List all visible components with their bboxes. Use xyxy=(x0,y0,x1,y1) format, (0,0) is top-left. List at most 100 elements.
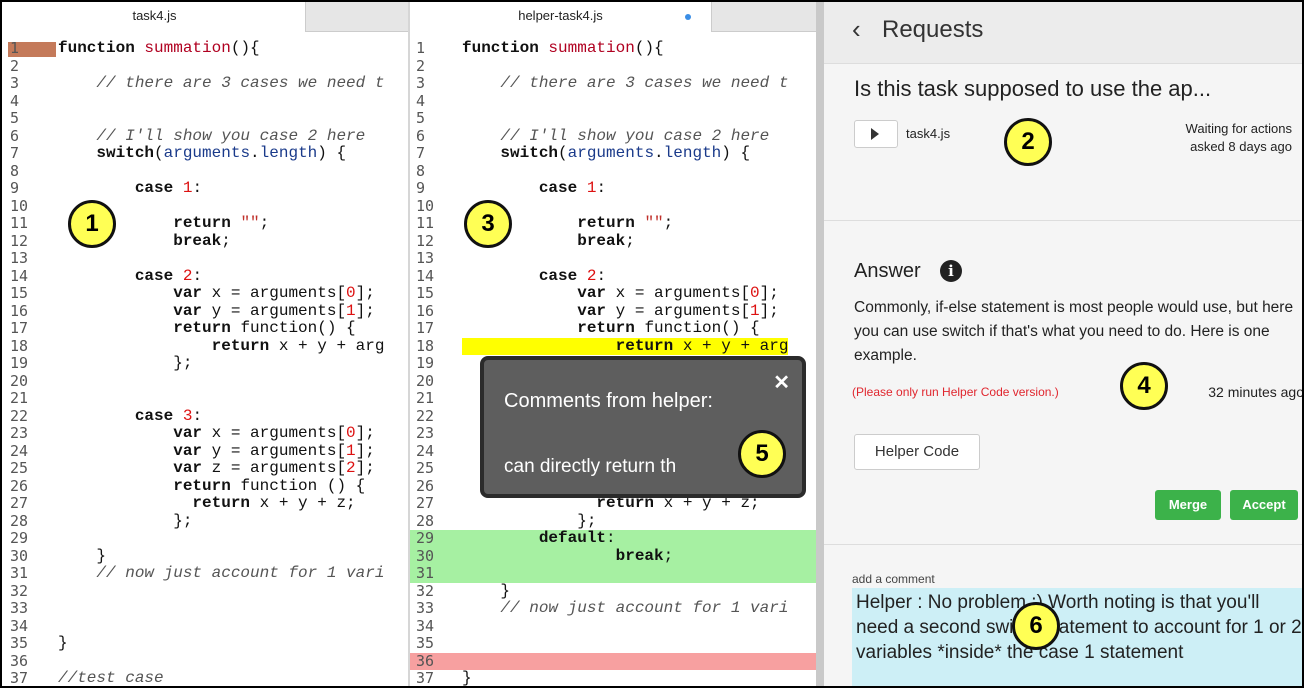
code-token: default xyxy=(538,529,607,547)
code-line[interactable]: 2 xyxy=(4,57,409,76)
code-token: length xyxy=(259,144,318,162)
code-line[interactable]: 2 xyxy=(410,57,820,76)
code-line[interactable]: 15 var x = arguments[0]; xyxy=(410,284,820,303)
tab-task4-js[interactable]: task4.js xyxy=(4,2,306,32)
code-line[interactable]: 35} xyxy=(4,634,409,653)
code-token: 1 xyxy=(346,441,356,460)
comment-field[interactable]: Helper : No problem :) Worth noting is t… xyxy=(852,588,1302,686)
code-line[interactable]: 15 var x = arguments[0]; xyxy=(4,284,409,303)
close-icon[interactable]: ✕ xyxy=(773,370,790,395)
code-line[interactable]: 4 xyxy=(4,92,409,111)
code-line[interactable]: 30 } xyxy=(4,547,409,566)
code-line[interactable]: 24 var y = arguments[1]; xyxy=(4,441,409,461)
code-line[interactable]: 8 xyxy=(410,162,820,181)
code-line[interactable]: 36 xyxy=(4,652,409,671)
requests-panel: ‹ Requests Is this task supposed to use … xyxy=(824,2,1304,686)
code-token: y = arguments[ xyxy=(615,301,751,320)
code-text: var y = arguments[1]; xyxy=(58,301,375,321)
code-text: }; xyxy=(58,354,192,373)
code-line[interactable]: 37 //test case xyxy=(4,669,409,686)
code-line[interactable]: 17 return function() { xyxy=(4,319,409,338)
helper-code-button[interactable]: Helper Code xyxy=(854,434,980,470)
info-icon[interactable]: i xyxy=(940,260,962,282)
code-line[interactable]: 21 xyxy=(4,389,409,408)
tab-helper-task4-js[interactable]: helper-task4.js xyxy=(410,2,712,32)
code-line[interactable]: 10 xyxy=(4,197,409,216)
code-line[interactable]: 18 return x + y + arg xyxy=(4,337,409,356)
original-code-area[interactable]: 1 function summation(){2 3 // there are 3 … xyxy=(4,39,409,686)
code-line[interactable]: 34 xyxy=(4,617,409,636)
code-line[interactable]: 26 return function () { xyxy=(4,476,409,496)
code-token: return xyxy=(173,476,241,495)
code-line[interactable]: 23 var x = arguments[0]; xyxy=(4,424,409,443)
code-line[interactable]: 28 }; xyxy=(410,512,820,531)
code-line[interactable]: 5 xyxy=(410,109,820,128)
code-token: ]; xyxy=(355,301,375,320)
code-line[interactable]: 19 }; xyxy=(4,354,409,373)
code-line[interactable]: 9 case 1: xyxy=(4,179,409,198)
code-text: case 2: xyxy=(58,267,202,286)
code-line[interactable]: 28 }; xyxy=(4,512,409,531)
code-line[interactable]: 33 xyxy=(4,599,409,618)
code-line[interactable]: 13 xyxy=(4,249,409,268)
merge-button[interactable]: Merge xyxy=(1155,490,1221,520)
code-line[interactable]: 4 xyxy=(410,92,820,111)
code-line[interactable]: 27 return x + y + z; xyxy=(4,494,409,513)
code-line[interactable]: 1 function summation(){ xyxy=(4,39,409,58)
line-number: 33 xyxy=(10,599,29,617)
code-token: 0 xyxy=(346,284,356,302)
code-line[interactable]: 8 xyxy=(4,162,409,181)
request-title[interactable]: Is this task supposed to use the ap... xyxy=(854,76,1211,102)
code-token: // now just account for 1 vari xyxy=(500,599,789,617)
code-line[interactable]: 16 var y = arguments[1]; xyxy=(4,301,409,321)
panel-split-handle[interactable] xyxy=(816,2,824,686)
code-line[interactable]: 22 case 3: xyxy=(4,407,409,426)
expand-file-button[interactable] xyxy=(854,120,898,148)
code-line[interactable]: 6 // I'll show you case 2 here xyxy=(4,127,409,146)
code-token: return xyxy=(577,214,645,232)
line-number: 32 xyxy=(416,581,435,600)
code-line[interactable]: 32 xyxy=(4,582,409,601)
code-line[interactable]: 37} xyxy=(410,669,820,686)
code-line[interactable]: 20 xyxy=(4,372,409,391)
code-line[interactable]: 3 // there are 3 cases we need t xyxy=(4,74,409,93)
accept-button[interactable]: Accept xyxy=(1230,490,1298,520)
code-line[interactable]: 5 xyxy=(4,109,409,128)
code-line[interactable]: 13 xyxy=(410,249,820,268)
code-line[interactable]: 17 return function() { xyxy=(410,319,820,338)
code-token: 2 xyxy=(346,459,356,477)
code-line[interactable]: 14 case 2: xyxy=(4,267,409,286)
code-line[interactable]: 16 var y = arguments[1]; xyxy=(410,301,820,321)
code-line[interactable]: 32 } xyxy=(410,581,820,601)
code-line[interactable]: 7 switch(arguments.length) { xyxy=(410,144,820,163)
code-line[interactable]: 31 // now just account for 1 vari xyxy=(4,564,409,583)
chevron-left-icon[interactable]: ‹ xyxy=(852,14,861,45)
answer-time: 32 minutes ago xyxy=(1208,384,1304,400)
code-line[interactable]: 11 return ""; xyxy=(4,214,409,233)
code-line[interactable]: 14 case 2: xyxy=(410,267,820,286)
code-line[interactable]: 33 // now just account for 1 vari xyxy=(410,599,820,618)
code-line[interactable]: 7 switch(arguments.length) { xyxy=(4,144,409,163)
code-line[interactable]: 30 break; xyxy=(410,547,820,565)
code-line[interactable]: 12 break; xyxy=(4,232,409,251)
code-token: 1 xyxy=(346,301,356,320)
code-line[interactable]: 9 case 1: xyxy=(410,179,820,198)
code-token: var xyxy=(577,301,616,320)
code-line[interactable]: 3 // there are 3 cases we need t xyxy=(410,74,820,93)
code-line[interactable]: 29 xyxy=(4,529,409,548)
code-line[interactable]: 34 xyxy=(410,617,820,636)
code-line[interactable]: 35 xyxy=(410,634,820,653)
code-line[interactable]: 6 // I'll show you case 2 here xyxy=(410,127,820,146)
code-text: switch(arguments.length) { xyxy=(58,144,346,163)
requests-header: ‹ Requests xyxy=(824,2,1302,64)
code-line[interactable]: 1 function summation(){ xyxy=(410,39,820,58)
code-line[interactable]: 31 xyxy=(410,564,820,583)
code-line[interactable]: 25 var z = arguments[2]; xyxy=(4,459,409,478)
code-line[interactable]: 36 xyxy=(410,652,820,670)
code-line[interactable]: 18 return x + y + arg xyxy=(410,337,820,355)
code-line[interactable]: 29 default: xyxy=(410,529,820,548)
